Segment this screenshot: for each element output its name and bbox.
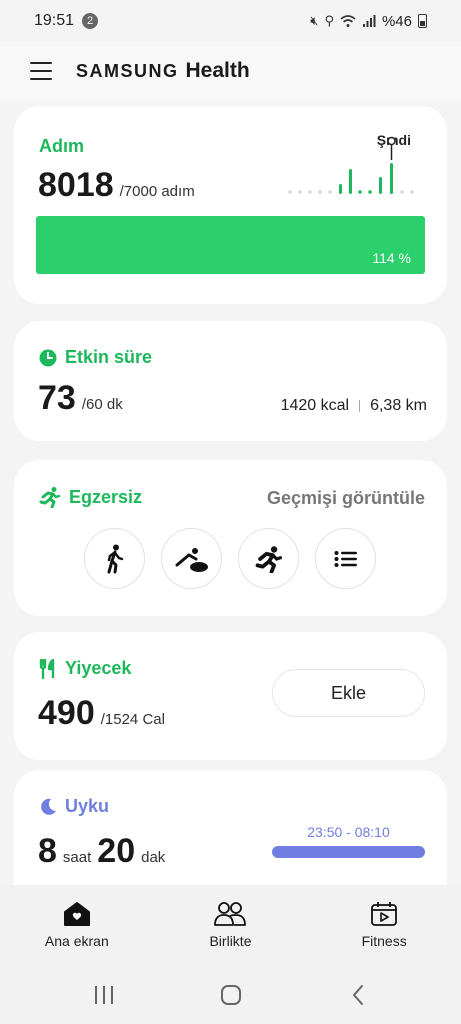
sleep-label: Uyku: [65, 796, 110, 816]
home-circle-icon: [220, 984, 241, 1005]
battery-percent: %46: [381, 12, 412, 30]
recent-apps-button[interactable]: [74, 975, 134, 1015]
back-button[interactable]: [328, 975, 388, 1015]
food-calories: 490: [38, 694, 95, 732]
sleep-title: Uyku: [39, 796, 109, 817]
people-icon: [214, 902, 247, 926]
exercise-title[interactable]: Egzersiz: [39, 486, 142, 508]
sleep-bar: [272, 846, 425, 858]
steps-card[interactable]: Adım 8018 /7000 adım Şmdi 114 %: [14, 106, 447, 304]
list-icon: [334, 550, 357, 567]
food-title: Yiyecek: [39, 658, 131, 679]
active-minutes: 73: [38, 379, 76, 417]
sleep-hours: 8: [38, 832, 57, 870]
active-time-label: Etkin süre: [65, 347, 153, 367]
nav-item-home[interactable]: Ana ekran: [17, 901, 137, 949]
recent-apps-icon: [94, 985, 113, 1004]
exercise-list-button[interactable]: [315, 528, 376, 589]
walking-icon: [107, 544, 123, 573]
running-button[interactable]: [238, 528, 299, 589]
mute-icon: 🔇︎: [310, 13, 319, 28]
view-history-link[interactable]: Geçmişi görüntüle: [267, 488, 425, 509]
add-food-button[interactable]: Ekle: [272, 669, 425, 717]
steps-progress-fill: [36, 216, 425, 274]
signal-icon: [362, 15, 376, 27]
steps-value-row: 8018 /7000 adım: [38, 166, 195, 205]
steps-title: Adım: [39, 136, 84, 156]
brand-samsung: SAMSUNG: [76, 61, 179, 81]
cycling-icon: [175, 547, 208, 572]
nav-item-fitness[interactable]: Fitness: [324, 901, 444, 949]
menu-icon[interactable]: [30, 62, 52, 80]
active-meta: 1420 kcal 6,38 km: [281, 397, 427, 415]
active-value-row: 73 /60 dk: [38, 379, 123, 418]
home-button[interactable]: [201, 975, 261, 1015]
status-bar: 19:51 2 🔇︎ ⚲ %46: [0, 0, 461, 42]
running-icon: [39, 487, 61, 508]
status-right: 🔇︎ ⚲ %46: [310, 13, 427, 30]
food-goal: /1524 Cal: [100, 711, 165, 728]
app-title: SAMSUNG Health: [76, 59, 250, 83]
sleep-hours-unit: saat: [62, 849, 92, 866]
exercise-card: Egzersiz Geçmişi görüntüle: [14, 460, 447, 616]
status-left: 19:51 2: [34, 12, 99, 30]
steps-hourly-chart: [288, 136, 414, 194]
exercise-shortcuts: [84, 528, 376, 589]
nav-item-together[interactable]: Birlikte: [170, 901, 290, 949]
active-goal: /60 dk: [81, 396, 123, 413]
system-navigation: [0, 965, 461, 1024]
sleep-minutes-unit: dak: [141, 849, 166, 866]
steps-goal: /7000 adım: [119, 183, 195, 200]
cycling-button[interactable]: [161, 528, 222, 589]
home-icon: [63, 902, 90, 926]
walking-button[interactable]: [84, 528, 145, 589]
steps-percent-label: 114 %: [372, 250, 411, 266]
sleep-minutes: 20: [97, 832, 136, 870]
wifi-icon: [340, 15, 356, 27]
active-time-title: Etkin süre: [39, 347, 152, 368]
nav-label-home: Ana ekran: [44, 933, 109, 949]
food-value-row: 490 /1524 Cal: [38, 694, 165, 733]
status-time: 19:51: [34, 12, 75, 29]
battery-icon: [418, 14, 427, 28]
steps-count: 8018: [38, 166, 114, 204]
food-card[interactable]: Yiyecek 490 /1524 Cal Ekle: [14, 632, 447, 760]
active-kcal: 1420 kcal: [280, 397, 350, 414]
sleep-value-row: 8 saat 20 dak: [38, 832, 165, 871]
nav-label-fitness: Fitness: [361, 933, 407, 949]
fitness-icon: [371, 902, 398, 926]
brand-health: Health: [185, 59, 250, 82]
location-icon: ⚲: [324, 13, 334, 28]
steps-progress-bar: 114 %: [36, 216, 425, 274]
moon-icon: [41, 798, 56, 815]
active-time-card[interactable]: Etkin süre 73 /60 dk 1420 kcal 6,38 km: [14, 321, 447, 441]
notification-count-badge: 2: [82, 13, 99, 29]
fork-knife-icon: [39, 658, 55, 679]
back-icon: [352, 984, 363, 1005]
active-distance: 6,38 km: [370, 397, 427, 414]
food-label: Yiyecek: [65, 658, 132, 678]
clock-icon: [39, 349, 57, 366]
app-bar: SAMSUNG Health: [0, 42, 461, 100]
meta-divider: [359, 400, 361, 412]
running-icon: [255, 545, 282, 573]
bottom-navigation: Ana ekran Birlikte Fitness: [0, 885, 461, 965]
nav-label-together: Birlikte: [209, 933, 252, 949]
exercise-label: Egzersiz: [69, 486, 143, 507]
sleep-time-range: 23:50 - 08:10: [307, 824, 390, 840]
